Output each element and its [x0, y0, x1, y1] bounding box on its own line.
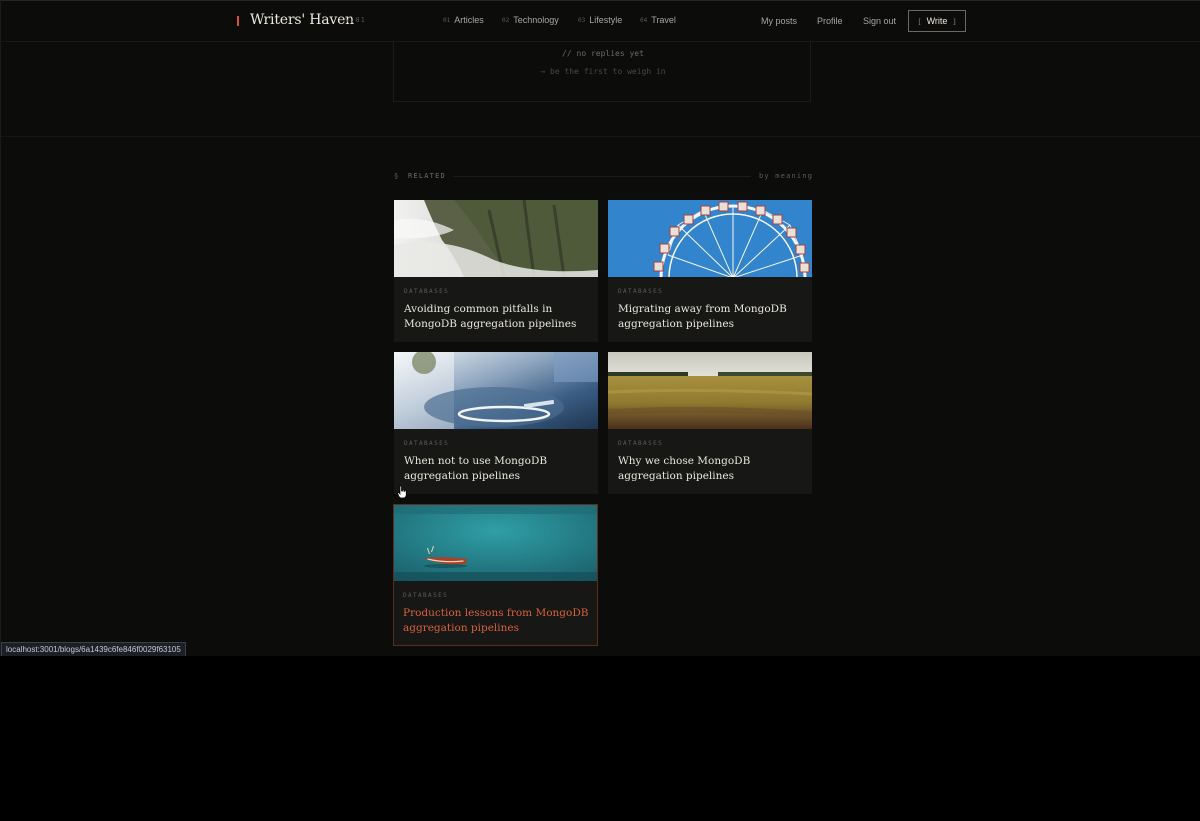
section-symbol: §	[394, 172, 399, 180]
my-posts-link[interactable]: My posts	[761, 16, 797, 26]
bracket-close: ]	[952, 18, 957, 26]
nav-lifestyle[interactable]: 03 Lifestyle	[578, 15, 622, 25]
card-title[interactable]: Production lessons from MongoDB aggregat…	[403, 606, 591, 636]
hand-pointer-icon	[397, 485, 407, 499]
browser-viewport: Writers' Haven v.01 01 Articles 02 Technol…	[0, 0, 1200, 656]
write-label: Write	[926, 16, 948, 26]
related-card[interactable]: DATABASES Migrating away from MongoDB ag…	[608, 200, 812, 342]
blurred-pan-image	[394, 352, 598, 429]
profile-link[interactable]: Profile	[817, 16, 843, 26]
card-title[interactable]: Migrating away from MongoDB aggregation …	[618, 302, 806, 332]
related-heading: RELATED	[408, 172, 446, 180]
boat-on-water-image	[394, 505, 597, 581]
site-brand[interactable]: Writers' Haven	[250, 12, 354, 28]
nav-articles[interactable]: 01 Articles	[443, 15, 484, 25]
card-title[interactable]: When not to use MongoDB aggregation pipe…	[404, 454, 592, 484]
section-divider	[1, 136, 1200, 137]
nav-number: 03	[578, 17, 586, 24]
card-category: DATABASES	[618, 440, 664, 447]
nav-label: Technology	[513, 15, 559, 25]
card-title[interactable]: Why we chose MongoDB aggregation pipelin…	[618, 454, 806, 484]
no-replies-text: // no replies yet	[562, 49, 644, 58]
related-card[interactable]: DATABASES Avoiding common pitfalls in Mo…	[394, 200, 598, 342]
nav-number: 04	[640, 17, 648, 24]
wheat-field-image	[608, 352, 812, 429]
related-card[interactable]: DATABASES When not to use MongoDB aggreg…	[394, 352, 598, 494]
weigh-in-prompt: → be the first to weigh in	[540, 67, 666, 76]
replies-panel: // no replies yet → be the first to weig…	[393, 41, 811, 102]
cliff-and-mist-image	[394, 200, 598, 277]
version-label: v.01	[345, 16, 366, 24]
site-header: Writers' Haven v.01 01 Articles 02 Technol…	[1, 1, 1200, 42]
brand-mark	[237, 16, 239, 26]
nav-number: 01	[443, 17, 451, 24]
nav-label: Travel	[651, 15, 676, 25]
write-button[interactable]: [ Write ]	[908, 10, 966, 32]
nav-number: 02	[502, 17, 510, 24]
related-card-active[interactable]: DATABASES Production lessons from MongoD…	[393, 504, 598, 646]
related-card[interactable]: DATABASES Why we chose MongoDB aggregati…	[608, 352, 812, 494]
link-status-bar: localhost:3001/blogs/6a1439c6fe846f0029f…	[1, 642, 186, 656]
card-category: DATABASES	[618, 288, 664, 295]
nav-technology[interactable]: 02 Technology	[502, 15, 559, 25]
ferris-wheel-image	[608, 200, 812, 277]
nav-label: Lifestyle	[589, 15, 623, 25]
card-title[interactable]: Avoiding common pitfalls in MongoDB aggr…	[404, 302, 592, 332]
card-category: DATABASES	[404, 288, 450, 295]
card-category: DATABASES	[404, 440, 450, 447]
nav-travel[interactable]: 04 Travel	[640, 15, 676, 25]
related-divider	[453, 176, 751, 177]
bracket-open: [	[917, 18, 922, 26]
sign-out-link[interactable]: Sign out	[863, 16, 896, 26]
related-sort-label: by meaning	[759, 172, 814, 180]
card-category: DATABASES	[403, 592, 449, 599]
nav-label: Articles	[454, 15, 484, 25]
